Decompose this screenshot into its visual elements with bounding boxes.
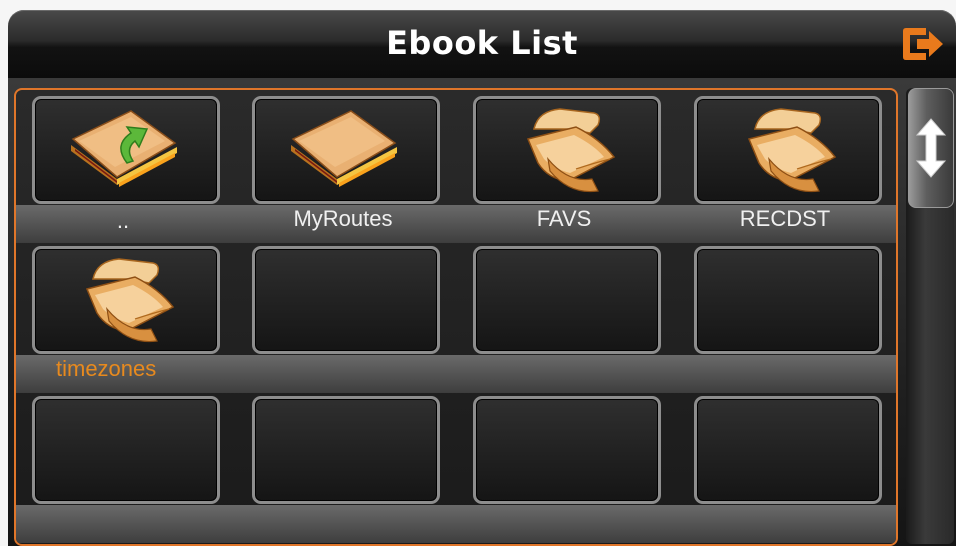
up-down-arrow-icon: [915, 118, 947, 178]
grid-tile[interactable]: [252, 96, 440, 204]
grid-tile[interactable]: [694, 96, 882, 204]
empty-grid-tile[interactable]: [473, 396, 661, 504]
empty-grid-tile[interactable]: [473, 246, 661, 354]
empty-grid-tile[interactable]: [694, 246, 882, 354]
empty-grid-tile[interactable]: [252, 246, 440, 354]
tile-label: MyRoutes: [293, 206, 393, 231]
empty-grid-tile[interactable]: [252, 396, 440, 504]
tile-label: ..: [116, 208, 130, 233]
tile-label: timezones: [56, 356, 157, 381]
tile-label: RECDST: [739, 206, 831, 231]
label-band-row-3: [16, 505, 896, 543]
content-area: .. MyRoutes FAVS RECDST timezones: [8, 78, 956, 546]
scrollbar[interactable]: [906, 88, 954, 544]
exit-icon: [903, 28, 943, 60]
ebook-list-screen: Ebook List .. MyRoutes FAVS RECDST timezones: [0, 0, 956, 546]
empty-grid-tile[interactable]: [694, 396, 882, 504]
grid-tile[interactable]: [473, 96, 661, 204]
file-grid: .. MyRoutes FAVS RECDST timezones: [14, 88, 898, 546]
empty-grid-tile[interactable]: [32, 396, 220, 504]
exit-button[interactable]: [896, 18, 948, 70]
page-title: Ebook List: [386, 24, 578, 62]
header-bar: Ebook List: [8, 10, 956, 78]
scroll-thumb[interactable]: [908, 88, 954, 208]
tile-label: FAVS: [536, 206, 592, 231]
grid-tile[interactable]: [32, 246, 220, 354]
grid-tile[interactable]: [32, 96, 220, 204]
